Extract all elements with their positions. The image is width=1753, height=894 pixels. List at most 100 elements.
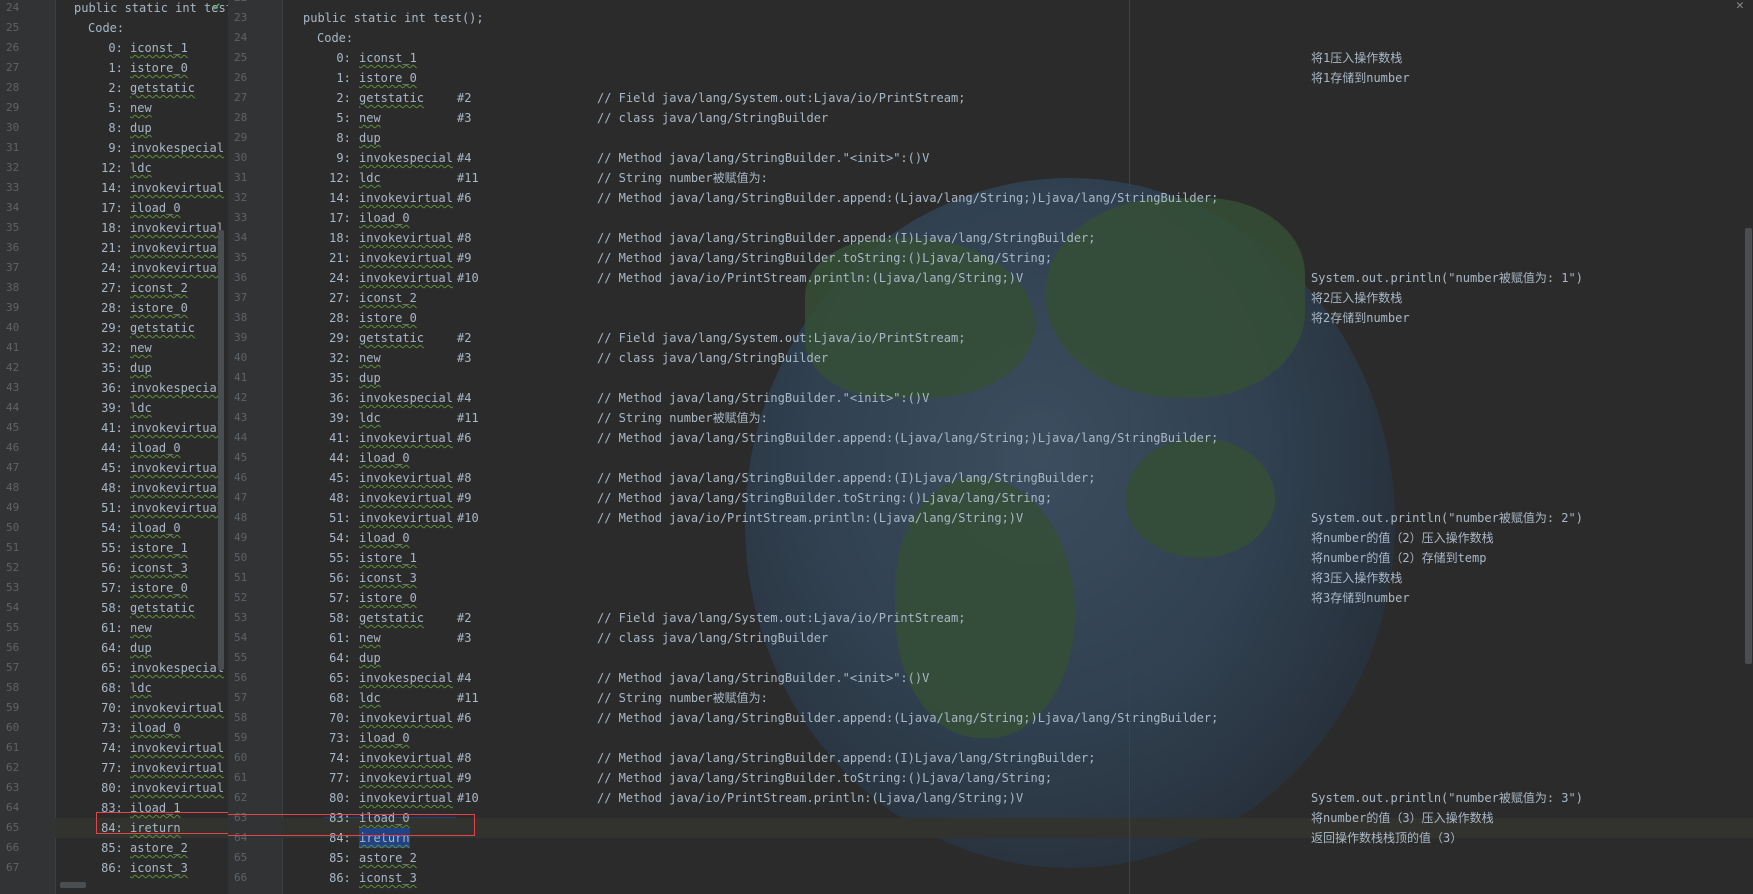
bytecode-instruction[interactable]: iconst_3 [130, 558, 188, 578]
bytecode-instruction[interactable]: invokevirtual [359, 508, 453, 528]
bytecode-instruction[interactable]: invokevirtual [359, 268, 453, 288]
bytecode-instruction[interactable]: invokevirtual [359, 488, 453, 508]
bytecode-instruction[interactable]: invokespecial [359, 148, 453, 168]
bytecode-instruction[interactable]: invokevirtual [359, 748, 453, 768]
bytecode-instruction[interactable]: istore_0 [359, 308, 417, 328]
bytecode-offset: 28: [329, 311, 351, 325]
bytecode-instruction[interactable]: iload_0 [359, 528, 410, 548]
bytecode-instruction[interactable]: invokevirtual [359, 188, 453, 208]
bytecode-instruction[interactable]: istore_0 [130, 58, 188, 78]
bytecode-instruction[interactable]: ldc [130, 678, 152, 698]
bytecode-instruction[interactable]: istore_1 [130, 538, 188, 558]
bytecode-instruction[interactable]: new [130, 618, 152, 638]
bytecode-instruction[interactable]: invokevirtual [130, 178, 224, 198]
bytecode-instruction[interactable]: invokevirtual [359, 428, 453, 448]
bytecode-instruction[interactable]: invokevirtual [130, 238, 224, 258]
bytecode-instruction[interactable]: invokevirtual [130, 418, 224, 438]
annotation-note: 将number的值（3）压入操作数栈 [1311, 811, 1494, 825]
bytecode-instruction[interactable]: iload_0 [130, 718, 181, 738]
constant-pool-ref: #8 [457, 231, 472, 245]
bytecode-instruction[interactable]: iconst_3 [359, 568, 417, 588]
bytecode-instruction[interactable]: dup [359, 128, 381, 148]
bytecode-instruction[interactable]: invokevirtual [359, 708, 453, 728]
bytecode-instruction[interactable]: iload_0 [359, 448, 410, 468]
bytecode-instruction[interactable]: iconst_2 [130, 278, 188, 298]
bytecode-instruction[interactable]: invokespecial [130, 138, 224, 158]
bytecode-instruction[interactable]: ldc [359, 168, 381, 188]
bytecode-instruction[interactable]: invokespecial [359, 668, 453, 688]
bytecode-instruction[interactable]: ldc [359, 408, 381, 428]
bytecode-instruction[interactable]: dup [130, 118, 152, 138]
bytecode-instruction[interactable]: getstatic [359, 88, 424, 108]
bytecode-instruction[interactable]: invokevirtual [130, 698, 224, 718]
bytecode-instruction[interactable]: dup [130, 358, 152, 378]
bytecode-instruction[interactable]: iload_0 [130, 518, 181, 538]
bytecode-instruction[interactable]: invokevirtual [130, 738, 224, 758]
bytecode-instruction[interactable]: iconst_2 [359, 288, 417, 308]
line-number: 49 [234, 531, 248, 544]
bytecode-instruction[interactable]: invokevirtual [130, 458, 224, 478]
bytecode-instruction[interactable]: ldc [130, 398, 152, 418]
bytecode-instruction[interactable]: istore_1 [359, 548, 417, 568]
bytecode-instruction[interactable]: iconst_3 [130, 858, 188, 878]
bytecode-instruction[interactable]: new [359, 108, 381, 128]
bytecode-instruction[interactable]: ldc [359, 688, 381, 708]
bytecode-instruction[interactable]: invokevirtual [359, 228, 453, 248]
vertical-scrollbar[interactable] [1745, 228, 1752, 664]
bytecode-instruction[interactable]: istore_0 [359, 68, 417, 88]
bytecode-instruction[interactable]: getstatic [130, 78, 195, 98]
constant-pool-ref: #3 [457, 631, 472, 645]
bytecode-instruction[interactable]: new [359, 628, 381, 648]
bytecode-instruction[interactable]: invokespecial [130, 658, 224, 678]
bytecode-instruction[interactable]: iload_0 [130, 198, 181, 218]
bytecode-instruction[interactable]: invokevirtual [130, 498, 224, 518]
bytecode-instruction[interactable]: iconst_1 [130, 38, 188, 58]
bytecode-instruction[interactable]: iconst_1 [359, 48, 417, 68]
bytecode-offset: 24: [101, 261, 123, 275]
bytecode-instruction[interactable]: dup [359, 368, 381, 388]
bytecode-instruction[interactable]: new [359, 348, 381, 368]
bytecode-instruction[interactable]: invokevirtual [359, 248, 453, 268]
bytecode-instruction[interactable]: dup [130, 638, 152, 658]
bytecode-instruction[interactable]: dup [359, 648, 381, 668]
bytecode-instruction[interactable]: invokespecial [130, 378, 224, 398]
right-editor-pane[interactable]: 22 23 24 25 26 27 28 29 30 31 32 33 34 35 36 37 38 39 40 41… [228, 0, 1753, 894]
bytecode-instruction[interactable]: invokevirtual [130, 758, 224, 778]
bytecode-offset: 21: [101, 241, 123, 255]
bytecode-instruction[interactable]: astore_2 [130, 838, 188, 858]
bytecode-comment: // Method java/io/PrintStream.println:(L… [597, 511, 1024, 525]
bytecode-instruction[interactable]: getstatic [359, 328, 424, 348]
bytecode-instruction[interactable]: istore_0 [130, 298, 188, 318]
horizontal-scrollbar[interactable] [60, 882, 86, 888]
bytecode-instruction[interactable]: invokevirtual [359, 468, 453, 488]
bytecode-instruction[interactable]: iload_0 [359, 208, 410, 228]
bytecode-instruction[interactable]: iconst_3 [359, 868, 417, 888]
bytecode-instruction[interactable]: invokevirtual [359, 788, 453, 808]
bytecode-instruction[interactable]: getstatic [130, 598, 195, 618]
bytecode-instruction[interactable]: invokevirtual [130, 478, 224, 498]
bytecode-instruction[interactable]: new [130, 338, 152, 358]
left-editor-pane[interactable]: 24 25 26 27 28 29 30 31 32 33 34 35 36 37 38 39 40 41 42 43… [0, 0, 233, 894]
bytecode-instruction[interactable]: invokevirtual [359, 768, 453, 788]
bytecode-instruction[interactable]: istore_0 [359, 588, 417, 608]
code-label: Code: [317, 31, 354, 45]
bytecode-instruction[interactable]: iload_0 [130, 438, 181, 458]
bytecode-offset: 24: [329, 271, 351, 285]
bytecode-instruction[interactable]: invokevirtual [130, 778, 224, 798]
vertical-scrollbar[interactable] [218, 230, 224, 670]
bytecode-instruction[interactable]: invokevirtual [130, 218, 224, 238]
close-icon[interactable]: ✕ [1736, 0, 1744, 13]
bytecode-offset: 77: [329, 771, 351, 785]
bytecode-instruction[interactable]: astore_2 [359, 848, 417, 868]
line-number: 56 [6, 641, 20, 654]
bytecode-offset: 61: [329, 631, 351, 645]
bytecode-instruction[interactable]: istore_0 [130, 578, 188, 598]
bytecode-instruction[interactable]: ldc [130, 158, 152, 178]
bytecode-instruction[interactable]: getstatic [130, 318, 195, 338]
bytecode-instruction[interactable]: invokespecial [359, 388, 453, 408]
line-number: 61 [6, 741, 20, 754]
bytecode-instruction[interactable]: invokevirtual [130, 258, 224, 278]
bytecode-instruction[interactable]: getstatic [359, 608, 424, 628]
bytecode-instruction[interactable]: iload_0 [359, 728, 410, 748]
bytecode-instruction[interactable]: new [130, 98, 152, 118]
